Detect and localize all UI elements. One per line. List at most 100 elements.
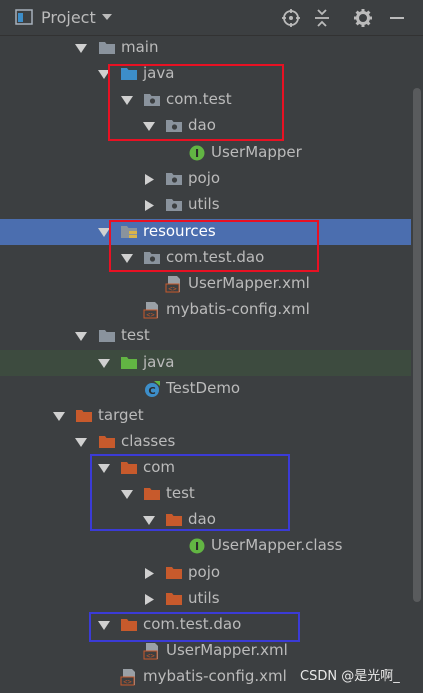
expanded-arrow-icon[interactable] xyxy=(98,227,110,238)
tree-row-label: dao xyxy=(188,116,216,134)
tree-row-testdemo[interactable]: C TestDemo xyxy=(0,376,411,402)
excluded-folder-icon xyxy=(99,436,115,448)
interface-icon: I xyxy=(189,145,205,161)
excluded-folder-icon xyxy=(121,462,137,474)
tree-row-label: TestDemo xyxy=(166,379,241,397)
source-folder-icon xyxy=(121,68,137,80)
tree-row-target[interactable]: target xyxy=(0,403,411,429)
project-icon xyxy=(15,9,33,25)
tree-row-com-test[interactable]: com.test xyxy=(0,87,411,113)
excluded-folder-icon xyxy=(166,514,182,526)
expanded-arrow-icon[interactable] xyxy=(121,95,133,106)
svg-text:<>: <> xyxy=(146,311,154,319)
tree-row-label: java xyxy=(143,64,175,82)
tree-row-pojo[interactable]: pojo xyxy=(0,166,411,192)
excluded-folder-icon xyxy=(166,567,182,579)
tree-row-label: pojo xyxy=(188,169,221,187)
tree-row-test[interactable]: test xyxy=(0,323,411,349)
project-view-title[interactable]: Project xyxy=(41,8,96,27)
tree-row-label: UserMapper xyxy=(211,143,302,161)
collapsed-arrow-icon[interactable] xyxy=(143,568,155,579)
tree-row-label: utils xyxy=(188,195,220,213)
locate-icon[interactable] xyxy=(281,8,301,28)
svg-text:<>: <> xyxy=(123,678,131,686)
package-icon xyxy=(144,94,160,106)
tree-row-java[interactable]: java xyxy=(0,61,411,87)
tree-row-com-test-dao[interactable]: com.test.dao xyxy=(0,612,411,638)
tree-row-label: UserMapper.xml xyxy=(188,274,310,292)
expanded-arrow-icon[interactable] xyxy=(53,411,65,422)
tree-row-dao[interactable]: dao xyxy=(0,113,411,139)
package-icon xyxy=(166,199,182,211)
expanded-arrow-icon[interactable] xyxy=(143,515,155,526)
tree-row-label: classes xyxy=(121,432,176,450)
tree-row-usermapper-xml[interactable]: <> UserMapper.xml xyxy=(0,638,411,664)
tree-row-usermapper-xml[interactable]: <> UserMapper.xml xyxy=(0,271,411,297)
package-icon xyxy=(166,173,182,185)
tree-row-classes[interactable]: classes xyxy=(0,429,411,455)
excluded-folder-icon xyxy=(144,488,160,500)
svg-text:C: C xyxy=(148,386,155,397)
tree-row-usermapper[interactable]: I UserMapper xyxy=(0,140,411,166)
tree-row-dao[interactable]: dao xyxy=(0,507,411,533)
expanded-arrow-icon[interactable] xyxy=(121,253,133,264)
tree-row-label: utils xyxy=(188,589,220,607)
scrollbar-thumb[interactable] xyxy=(413,88,421,602)
collapse-all-icon[interactable] xyxy=(312,8,332,28)
svg-text:<>: <> xyxy=(168,285,176,293)
folder-icon xyxy=(99,42,115,54)
tree-row-label: pojo xyxy=(188,563,221,581)
tree-row-label: main xyxy=(121,38,159,56)
folder-icon xyxy=(99,330,115,342)
interface-icon: I xyxy=(189,538,205,554)
excluded-folder-icon xyxy=(76,410,92,422)
tree-row-com[interactable]: com xyxy=(0,455,411,481)
tree-row-label: mybatis-config.xml xyxy=(143,667,287,685)
excluded-folder-icon xyxy=(166,593,182,605)
excluded-folder-icon xyxy=(121,619,137,631)
expanded-arrow-icon[interactable] xyxy=(75,437,87,448)
tree-row-java[interactable]: java xyxy=(0,350,411,376)
expanded-arrow-icon[interactable] xyxy=(75,43,87,54)
expanded-arrow-icon[interactable] xyxy=(121,489,133,500)
test-source-folder-icon xyxy=(121,357,137,369)
tree-row-resources[interactable]: resources xyxy=(0,219,411,245)
tree-row-utils[interactable]: utils xyxy=(0,586,411,612)
tree-row-label: java xyxy=(143,353,175,371)
xml-file-icon: <> xyxy=(165,276,180,293)
collapsed-arrow-icon[interactable] xyxy=(143,200,155,211)
expanded-arrow-icon[interactable] xyxy=(98,463,110,474)
tree-row-main[interactable]: main xyxy=(0,35,411,61)
tree-row-pojo[interactable]: pojo xyxy=(0,560,411,586)
package-icon xyxy=(144,252,160,264)
tree-row-label: com xyxy=(143,458,176,476)
project-tool-window-header: Project xyxy=(0,0,423,36)
expanded-arrow-icon[interactable] xyxy=(98,69,110,80)
tree-row-utils[interactable]: utils xyxy=(0,192,411,218)
expanded-arrow-icon[interactable] xyxy=(98,358,110,369)
collapsed-arrow-icon[interactable] xyxy=(143,174,155,185)
collapsed-arrow-icon[interactable] xyxy=(143,594,155,605)
tree-row-com-test-dao[interactable]: com.test.dao xyxy=(0,245,411,271)
expanded-arrow-icon[interactable] xyxy=(143,121,155,132)
xml-file-icon: <> xyxy=(143,302,158,319)
watermark: CSDN @是光啊_ xyxy=(300,669,400,684)
tree-row-usermapper-class[interactable]: I UserMapper.class xyxy=(0,533,411,559)
vertical-scrollbar[interactable] xyxy=(411,36,423,693)
tree-row-label: dao xyxy=(188,510,216,528)
settings-gear-icon[interactable] xyxy=(353,8,373,28)
resources-folder-icon xyxy=(121,226,137,238)
xml-file-icon: <> xyxy=(143,643,158,660)
tree-row-test[interactable]: test xyxy=(0,481,411,507)
tree-row-label: test xyxy=(166,484,195,502)
tree-row-mybatis-config-xml[interactable]: <> mybatis-config.xml xyxy=(0,297,411,323)
expanded-arrow-icon[interactable] xyxy=(98,620,110,631)
tree-row-label: com.test.dao xyxy=(143,615,242,633)
xml-file-icon: <> xyxy=(120,669,135,686)
tree-row-label: com.test.dao xyxy=(166,248,265,266)
dropdown-caret-icon[interactable] xyxy=(100,10,114,24)
project-tree[interactable]: main java com.test dao I UserMapper pojo utils r… xyxy=(0,36,423,693)
hide-icon[interactable] xyxy=(387,8,407,28)
test-class-icon: C xyxy=(145,381,160,397)
expanded-arrow-icon[interactable] xyxy=(75,331,87,342)
